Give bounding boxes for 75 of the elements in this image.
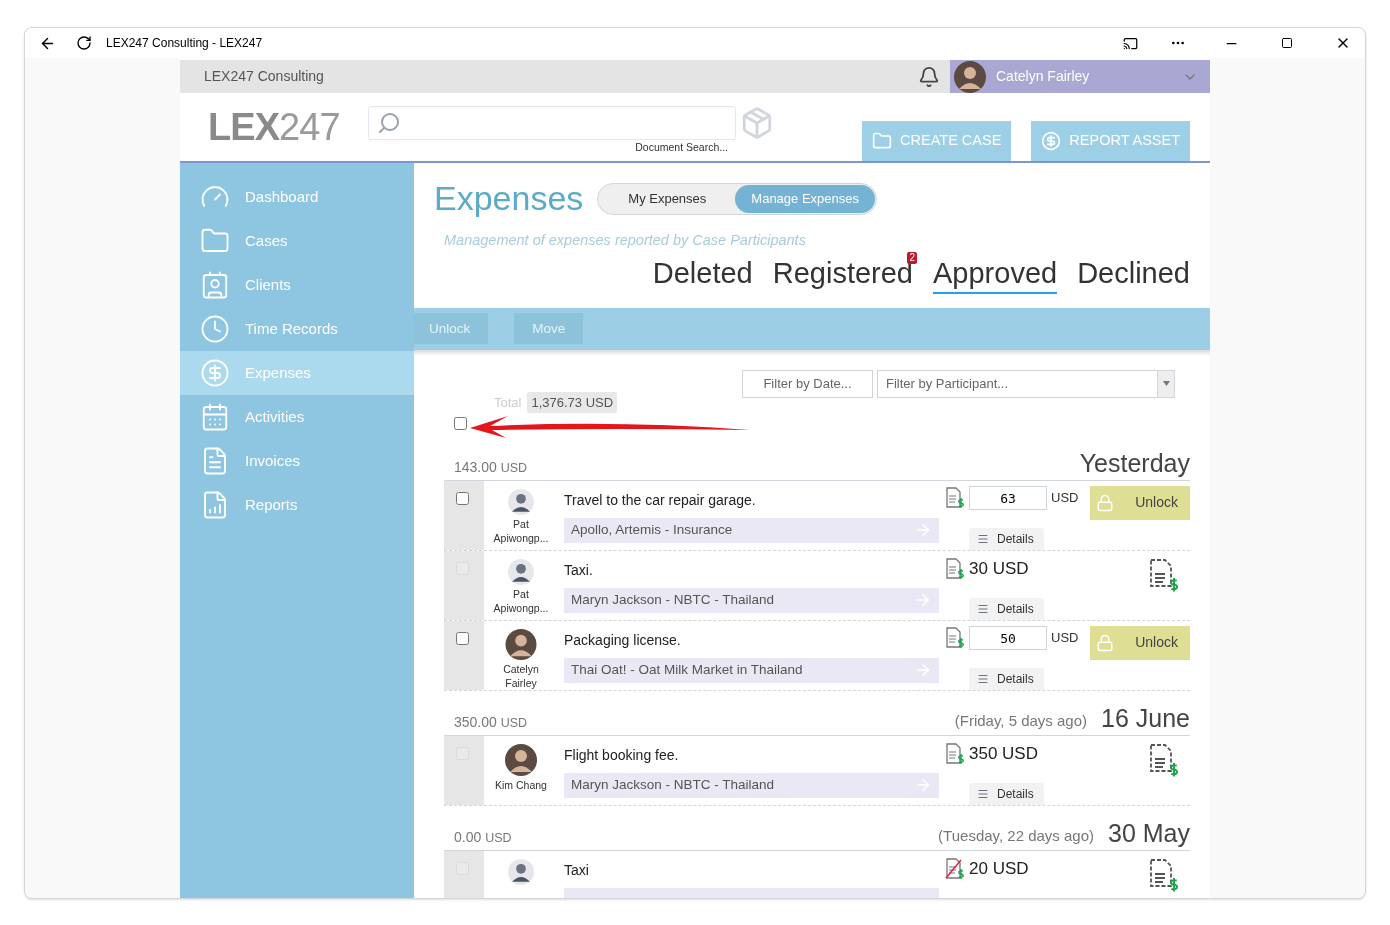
dollar-icon <box>200 358 230 388</box>
maximize-icon[interactable] <box>1281 37 1293 49</box>
details-button[interactable]: Details <box>969 528 1044 550</box>
unlock-button[interactable]: Unlock <box>1090 625 1190 660</box>
amount-label: 30 USD <box>969 557 1029 580</box>
participant-name: Pat Apiwongp... <box>493 586 549 615</box>
group-total: 0.00 USD <box>453 827 512 847</box>
bell-icon[interactable] <box>918 65 940 88</box>
document-search-field[interactable] <box>368 106 736 140</box>
details-button[interactable]: Details <box>969 668 1044 690</box>
select-all-checkbox[interactable] <box>454 416 467 430</box>
contacts-icon <box>200 270 230 300</box>
expense-description: Taxi <box>564 860 590 880</box>
unlock-button[interactable]: Unlock <box>1090 485 1190 520</box>
page-subtitle: Management of expenses reported by Case Participants <box>444 231 807 250</box>
participant-name: Kim Chang <box>494 777 548 792</box>
status-tab[interactable]: Declined <box>1077 253 1190 294</box>
participant-name: Pat Apiwongp... <box>493 516 549 545</box>
group-date: Yesterday <box>1079 447 1190 478</box>
relative-date: (Friday, 5 days ago) <box>954 711 1088 732</box>
logo: LEX247 <box>208 104 341 150</box>
search-icon <box>377 111 401 135</box>
cast-icon[interactable] <box>1123 35 1138 51</box>
total-amount: 1,376.73 USD <box>527 391 618 414</box>
group-total: 350.00 USD <box>453 712 528 732</box>
menu-icon <box>977 532 989 545</box>
amount-label: 20 USD <box>969 858 1029 880</box>
case-link[interactable]: Apollo, Artemis - Insurance <box>564 517 939 543</box>
organization-name: LEX247 Consulting <box>204 67 324 86</box>
caret-icon[interactable] <box>1162 381 1170 387</box>
avatar-silhouette-icon <box>508 558 534 585</box>
participant-name: Catelyn Fairley <box>502 661 540 690</box>
reload-icon[interactable] <box>76 35 92 51</box>
dashed-receipt-icon <box>1148 857 1180 892</box>
search-caption: Document Search... <box>635 140 728 155</box>
expense-description: Taxi. <box>564 560 594 580</box>
menu-icon <box>977 672 989 685</box>
expense-description: Travel to the car repair garage. <box>564 490 757 510</box>
status-tab[interactable]: Approved <box>933 253 1058 294</box>
group-date: 16 June <box>1101 702 1190 733</box>
status-tab[interactable]: Deleted <box>652 253 753 294</box>
lock-icon <box>1096 633 1114 652</box>
row-checkbox[interactable] <box>456 631 469 645</box>
dashed-receipt-icon <box>1148 742 1180 777</box>
avatar-silhouette-icon <box>505 743 537 776</box>
row-checkbox[interactable] <box>456 491 469 505</box>
calendar-icon <box>200 402 230 432</box>
clock-icon <box>200 314 230 344</box>
amount-field[interactable]: 63 <box>969 486 1047 511</box>
relative-date: (Tuesday, 22 days ago) <box>938 826 1094 847</box>
date-filter-field[interactable]: Filter by Date... <box>742 369 873 398</box>
currency-label: USD <box>1051 488 1079 507</box>
expense-description: Flight booking fee. <box>564 745 680 765</box>
avatar-silhouette-icon <box>508 488 534 515</box>
amount-label: 350 USD <box>969 742 1038 765</box>
avatar-silhouette-icon <box>954 60 986 93</box>
avatar-silhouette-icon <box>508 858 534 885</box>
lock-icon <box>1096 493 1114 512</box>
group-date: 30 May <box>1108 817 1190 848</box>
group-total: 143.00 USD <box>453 457 528 477</box>
count-badge: 2 <box>907 251 917 264</box>
participant-filter-field[interactable]: Filter by Participant... <box>877 369 1175 398</box>
window-title: LEX247 Consulting - LEX247 <box>106 35 263 52</box>
folder-icon <box>872 131 893 151</box>
menu-icon <box>977 603 989 615</box>
view-toggle-option[interactable]: My Expenses <box>599 184 736 213</box>
avatar-silhouette-icon <box>505 628 537 660</box>
page-title: Expenses <box>434 178 584 219</box>
amount-field[interactable]: 50 <box>969 626 1047 651</box>
dashed-receipt-icon <box>1148 557 1180 592</box>
dollar-icon <box>1041 131 1062 151</box>
currency-label: USD <box>1051 628 1079 647</box>
case-link[interactable]: Thai Oat! - Oat Milk Market in Thailand <box>564 657 939 683</box>
expense-description: Packaging license. <box>564 630 682 650</box>
menu-icon <box>977 788 989 800</box>
